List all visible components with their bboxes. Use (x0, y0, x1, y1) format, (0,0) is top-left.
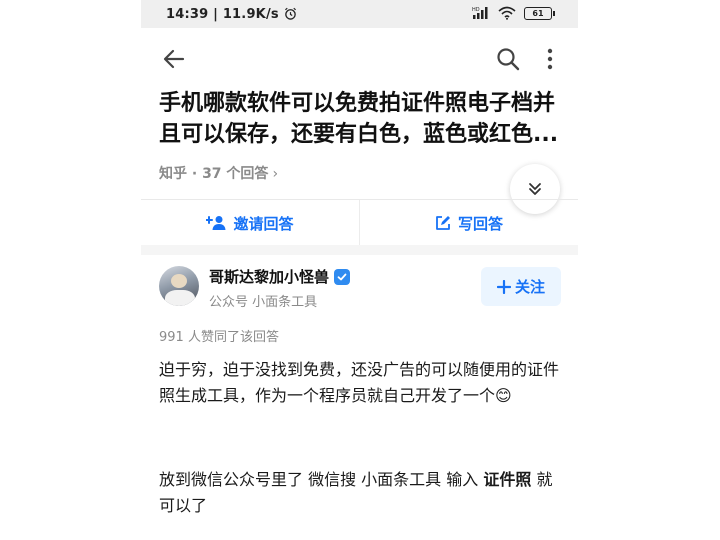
arrow-left-icon[interactable] (161, 46, 187, 72)
section-divider (141, 245, 578, 255)
plus-icon (496, 279, 511, 294)
chevron-right-icon: › (272, 166, 279, 182)
edit-icon (436, 216, 450, 230)
answer-paragraph-2: 放到微信公众号里了 微信搜 小面条工具 输入 证件照 就可以了 (159, 467, 563, 519)
more-vertical-icon[interactable] (542, 47, 558, 71)
battery-icon: 61 (524, 6, 555, 20)
invite-answer-label: 邀请回答 (233, 214, 294, 233)
write-answer-button[interactable]: 写回答 (359, 200, 578, 246)
vote-count: 991 人赞同了该回答 (159, 330, 279, 345)
status-right: HD 61 (472, 6, 555, 20)
network-speed: 11.9K/s (222, 7, 279, 22)
status-time-speed: 14:39 | 11.9K/s (166, 7, 297, 22)
svg-text:HD: HD (472, 7, 480, 13)
question-meta[interactable]: 知乎 · 37 个回答 › (159, 163, 278, 183)
alarm-icon (284, 7, 296, 20)
answer-paragraph-1: 迫于穷，迫于没找到免费，还没广告的可以随便用的证件照生成工具，作为一个程序员就自… (159, 360, 560, 405)
battery-level: 61 (532, 8, 544, 18)
add-user-icon (206, 216, 226, 230)
question-meta-text: 知乎 · 37 个回答 (159, 166, 269, 182)
avatar[interactable] (159, 266, 199, 306)
invite-answer-button[interactable]: 邀请回答 (141, 200, 359, 246)
wifi-icon (498, 6, 516, 20)
follow-label: 关注 (514, 278, 545, 296)
answer-keyword: 证件照 (483, 470, 532, 489)
phone-screen: 14:39 | 11.9K/s HD 61 手机哪款软件可以免费拍证件照电子档并… (141, 0, 578, 540)
double-chevron-down-icon (529, 183, 541, 195)
status-time: 14:39 (166, 7, 209, 22)
write-answer-label: 写回答 (457, 214, 503, 233)
author-bio: 公众号 小面条工具 (209, 295, 318, 310)
question-title[interactable]: 手机哪款软件可以免费拍证件照电子档并且可以保存，还要有白色，蓝色或红色... (159, 88, 563, 150)
follow-button[interactable]: 关注 (481, 267, 561, 306)
answer-paragraph-2-prefix: 放到微信公众号里了 微信搜 小面条工具 输入 (159, 470, 484, 489)
top-bar (141, 28, 578, 90)
search-icon[interactable] (496, 47, 520, 71)
author-name: 哥斯达黎加小怪兽 (209, 268, 330, 286)
author-name-row[interactable]: 哥斯达黎加小怪兽 (209, 266, 351, 287)
signal-icon: HD (472, 7, 488, 19)
verified-badge-icon (334, 268, 351, 285)
answer-actions: 邀请回答 写回答 (141, 199, 578, 246)
status-bar: 14:39 | 11.9K/s HD 61 (141, 0, 578, 28)
